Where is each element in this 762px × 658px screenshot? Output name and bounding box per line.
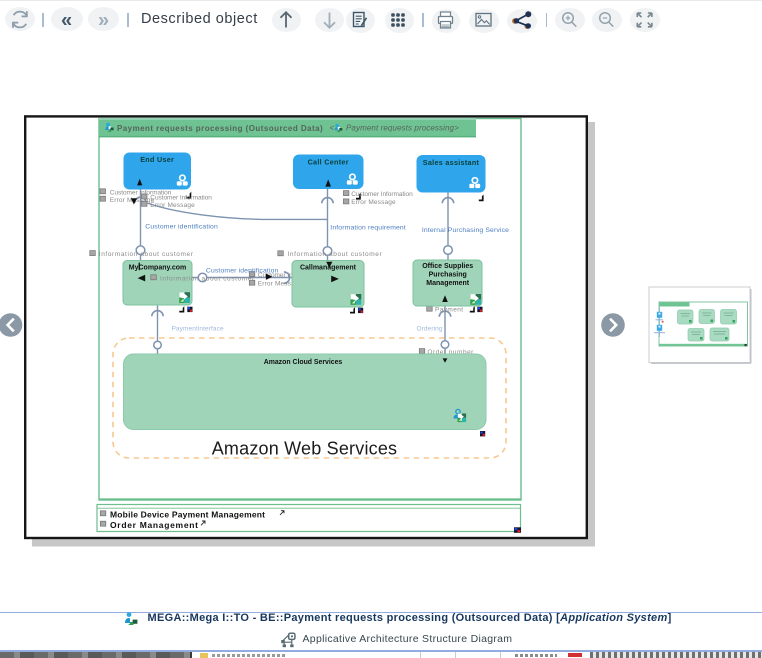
svg-text:Office Supplies: Office Supplies	[422, 263, 473, 270]
svg-text:End User: End User	[140, 155, 174, 164]
svg-text:Payment requests processing (O: Payment requests processing (Outsourced …	[117, 124, 323, 133]
svg-text:Management: Management	[426, 280, 469, 287]
svg-text:Customer identification: Customer identification	[206, 267, 279, 274]
svg-text:Mobile Device Payment Manageme: Mobile Device Payment Management	[110, 510, 265, 520]
svg-text:Purchasing: Purchasing	[429, 272, 467, 279]
svg-text:Information about customer: Information about customer	[288, 251, 383, 258]
svg-text:Error Message: Error Message	[351, 199, 396, 206]
svg-text:Error Message: Error Message	[150, 202, 195, 209]
svg-text:Customer Information: Customer Information	[351, 191, 413, 198]
svg-text:Paymentinterface: Paymentinterface	[172, 326, 224, 333]
svg-text:Payment requests processing>: Payment requests processing>	[346, 124, 459, 133]
svg-text:Information requirement: Information requirement	[330, 224, 406, 231]
svg-text:Payment: Payment	[435, 307, 463, 314]
svg-text:Ordering: Ordering	[417, 326, 443, 333]
svg-text:Call Center: Call Center	[308, 157, 349, 166]
svg-text:Customer Information: Customer Information	[150, 194, 212, 201]
svg-text:Sales assistant: Sales assistant	[423, 158, 480, 167]
svg-text:Internal Purchasing Service: Internal Purchasing Service	[422, 227, 509, 234]
svg-text:Order Management: Order Management	[110, 520, 199, 530]
svg-text:<: <	[330, 124, 335, 133]
svg-text:MyCompany.com: MyCompany.com	[129, 264, 186, 271]
svg-text:Amazon Web Services: Amazon Web Services	[212, 439, 398, 459]
svg-text:Information about customer: Information about customer	[99, 251, 194, 258]
svg-text:Information about customer: Information about customer	[160, 276, 255, 283]
svg-text:Customer identification: Customer identification	[145, 223, 218, 230]
svg-text:Amazon Cloud Services: Amazon Cloud Services	[264, 359, 343, 366]
